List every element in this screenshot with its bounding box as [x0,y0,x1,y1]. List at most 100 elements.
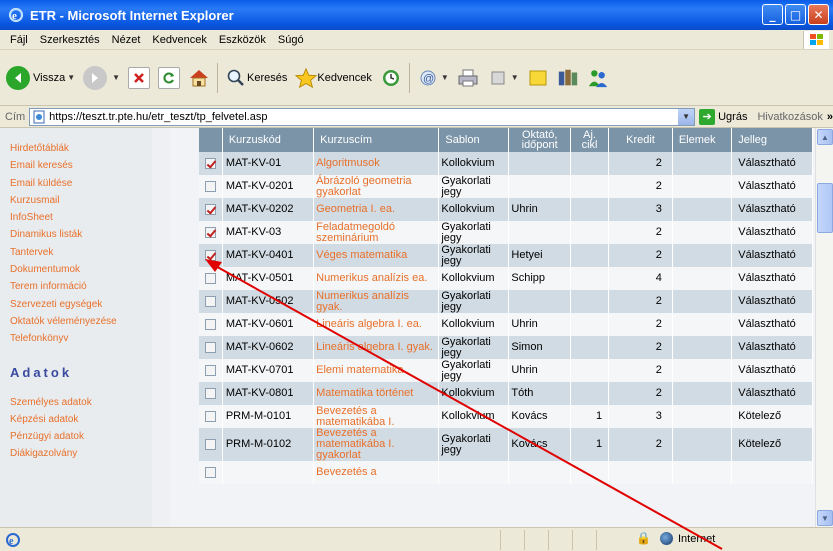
sidebar-item-hirdetotablak[interactable]: Hirdetőtáblák [10,140,152,157]
checkbox-cell [199,461,223,484]
links-toolbar[interactable]: Hivatkozások [757,111,822,123]
chevron-right-icon[interactable]: » [827,111,833,123]
menu-view[interactable]: Nézet [106,34,147,46]
course-title-link[interactable]: Bevezetés a matematikába I. [313,405,440,428]
course-select-checkbox[interactable] [204,410,216,422]
course-title-link[interactable]: Geometria I. ea. [313,198,440,221]
back-dropdown-icon[interactable]: ▼ [67,73,75,82]
course-select-checkbox[interactable] [204,226,216,238]
course-select-checkbox[interactable] [204,318,216,330]
refresh-button[interactable] [154,59,184,97]
search-button[interactable]: Keresés [221,59,291,97]
scroll-up-button[interactable]: ▲ [817,129,833,145]
back-button[interactable]: Vissza ▼ [2,59,79,97]
course-select-checkbox[interactable] [204,341,216,353]
edit-button[interactable]: ▼ [483,59,523,97]
menu-file[interactable]: Fájl [4,34,34,46]
header-aj-cikl[interactable]: Aj. cikl [570,128,610,152]
course-select-checkbox[interactable] [204,364,216,376]
home-button[interactable] [184,59,214,97]
checkbox-cell [199,221,223,244]
course-title-link[interactable]: Véges matematika [313,244,440,267]
menu-favorites[interactable]: Kedvencek [146,34,212,46]
course-title-link[interactable]: Ábrázoló geometria gyakorlat [313,175,440,198]
header-oktato[interactable]: Oktató, időpont [508,128,571,152]
course-title-link[interactable]: Lineáris algebra I. gyak. [313,336,440,359]
header-kurzuskod[interactable]: Kurzuskód [222,128,315,152]
sidebar-item-dokumentumok[interactable]: Dokumentumok [10,261,152,278]
minimize-button[interactable]: _ [762,4,783,25]
discuss-button[interactable] [523,59,553,97]
sidebar-item-szemelyes-adatok[interactable]: Személyes adatok [10,394,152,411]
address-label: Cím [5,110,26,123]
course-select-checkbox[interactable] [204,180,216,192]
research-button[interactable] [553,59,583,97]
go-button[interactable]: ➔ Ugrás [699,108,747,125]
course-title-link[interactable]: Numerikus analízis gyak. [313,290,440,313]
sidebar-item-penzugyi-adatok[interactable]: Pénzügyi adatok [10,428,152,445]
menu-tools[interactable]: Eszközök [213,34,272,46]
header-kredit[interactable]: Kredit [608,128,673,152]
edit-dropdown-icon[interactable]: ▼ [511,73,519,82]
course-title-link[interactable]: Bevezetés a matematikába I. gyakorlat [313,428,440,461]
course-type: Választható [731,359,813,382]
course-title-link[interactable]: Matematika történet [313,382,440,405]
stop-button[interactable] [124,59,154,97]
course-select-checkbox[interactable] [204,203,216,215]
sidebar-item-dinamikus-listak[interactable]: Dinamikus listák [10,226,152,243]
sidebar-item-infosheet[interactable]: InfoSheet [10,209,152,226]
course-type: Választható [731,290,813,313]
course-title-link[interactable]: Bevezetés a [313,461,440,484]
mail-dropdown-icon[interactable]: ▼ [441,73,449,82]
sidebar-item-tantervek[interactable]: Tantervek [10,244,152,261]
sidebar-item-kurzusmail[interactable]: Kurzusmail [10,192,152,209]
forward-dropdown-icon[interactable]: ▼ [112,73,120,82]
close-button[interactable]: ✕ [808,4,829,25]
course-instructor: Kovács [508,428,571,461]
course-select-checkbox[interactable] [204,157,216,169]
menu-edit[interactable]: Szerkesztés [34,34,106,46]
header-jelleg[interactable]: Jelleg [731,128,813,152]
history-button[interactable] [376,59,406,97]
course-select-checkbox[interactable] [204,387,216,399]
sidebar-item-email-kuldese[interactable]: Email küldése [10,175,152,192]
course-select-checkbox[interactable] [204,249,216,261]
scroll-thumb[interactable] [817,183,833,233]
menu-help[interactable]: Súgó [272,34,310,46]
course-title-link[interactable]: Elemi matematika [313,359,440,382]
mail-button[interactable]: @ ▼ [413,59,453,97]
course-select-checkbox[interactable] [204,438,216,450]
course-title-link[interactable]: Numerikus analízis ea. [313,267,440,290]
address-input[interactable]: https://teszt.tr.pte.hu/etr_teszt/tp_fel… [29,107,696,126]
sidebar-item-terem-informacio[interactable]: Terem információ [10,278,152,295]
sidebar-item-szervezeti-egysegek[interactable]: Szervezeti egységek [10,296,152,313]
course-title-link[interactable]: Algoritmusok [313,152,440,175]
course-template: Kollokvium [438,313,510,336]
scroll-down-button[interactable]: ▼ [817,510,833,526]
sidebar-item-diakigazolvany[interactable]: Diákigazolvány [10,445,152,462]
sidebar-item-kepzesi-adatok[interactable]: Képzési adatok [10,411,152,428]
course-template: Kollokvium [438,405,510,428]
course-title-link[interactable]: Feladatmegoldó szeminárium [313,221,440,244]
header-sablon[interactable]: Sablon [438,128,510,152]
header-elemek[interactable]: Elemek [672,128,733,152]
forward-button[interactable]: ▼ [79,59,124,97]
print-button[interactable] [453,59,483,97]
messenger-button[interactable] [583,59,613,97]
vertical-scrollbar[interactable]: ▲ ▼ [815,128,833,527]
sidebar-item-oktatok-velemenyezese[interactable]: Oktatók véleményezése [10,313,152,330]
favorites-button[interactable]: Kedvencek [291,59,375,97]
sidebar-item-email-kereses[interactable]: Email keresés [10,157,152,174]
sidebar-item-telefonkonyv[interactable]: Telefonkönyv [10,330,152,347]
course-elements [672,152,733,175]
header-kurzuscim[interactable]: Kurzuscím [313,128,440,152]
course-title-link[interactable]: Lineáris algebra I. ea. [313,313,440,336]
course-credit: 3 [608,405,673,428]
course-type: Kötelező [731,428,813,461]
maximize-button[interactable]: □ [785,4,806,25]
course-select-checkbox[interactable] [204,295,216,307]
recommended-cycle: 1 [570,405,610,428]
course-select-checkbox[interactable] [204,466,216,478]
course-select-checkbox[interactable] [204,272,216,284]
address-dropdown-icon[interactable]: ▼ [678,108,695,125]
